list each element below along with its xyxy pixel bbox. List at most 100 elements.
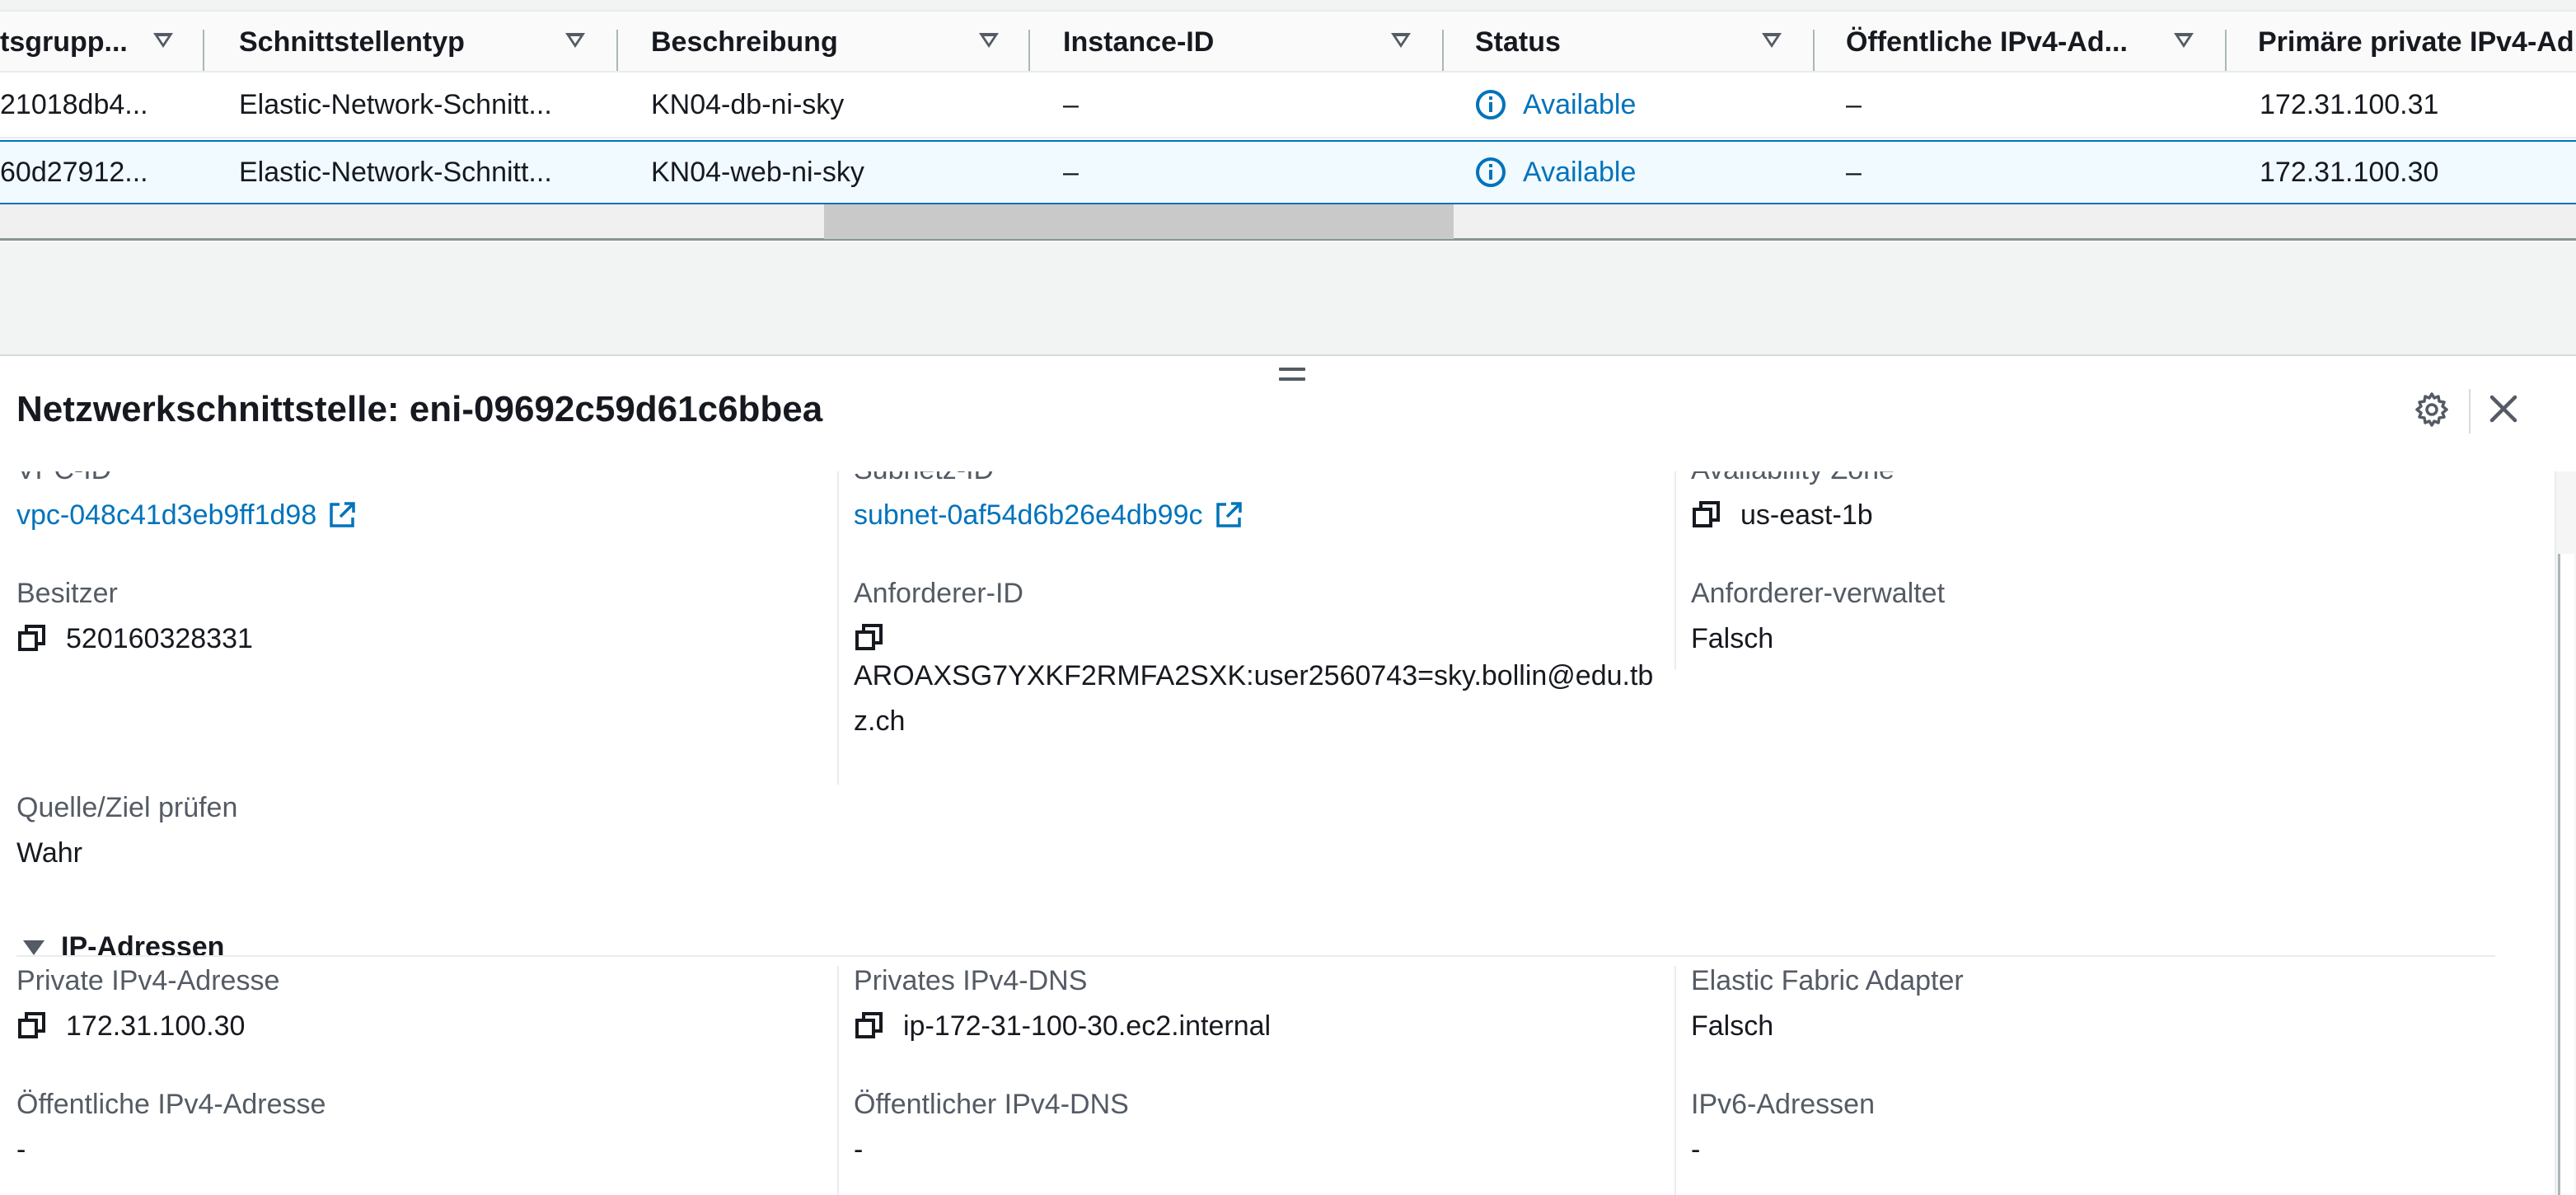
column-header-description[interactable]: Beschreibung xyxy=(651,12,972,73)
cell-status: Available xyxy=(1475,73,1805,137)
field-value: - xyxy=(1691,1134,1701,1165)
header-divider xyxy=(2469,389,2471,433)
sort-icon[interactable] xyxy=(153,33,173,48)
sort-icon[interactable] xyxy=(2174,33,2194,48)
sort-icon[interactable] xyxy=(1762,33,1782,48)
cell-instance-id: – xyxy=(1063,88,1079,120)
field-label: Anforderer-verwaltet xyxy=(1691,578,1946,609)
column-resizer[interactable] xyxy=(616,30,618,71)
field-requester-managed: Anforderer-verwaltet Falsch xyxy=(1691,577,1945,655)
cell-instance-id: – xyxy=(1063,156,1079,188)
copy-icon[interactable] xyxy=(16,623,48,654)
field-label: VPC-ID xyxy=(16,471,358,486)
info-icon xyxy=(1476,157,1506,187)
field-label: Anforderer-ID xyxy=(854,578,1023,609)
column-header-instance-id[interactable]: Instance-ID xyxy=(1063,12,1384,73)
field-value: Wahr xyxy=(16,837,82,869)
cell-public-ipv4: – xyxy=(1846,156,1862,188)
field-value: - xyxy=(854,1134,864,1165)
field-label: Private IPv4-Adresse xyxy=(16,965,280,996)
column-divider xyxy=(1674,471,1676,669)
field-source-dest-check: Quelle/Ziel prüfen Wahr xyxy=(16,791,237,869)
field-public-dns: Öffentlicher IPv4-DNS - xyxy=(854,1088,1129,1166)
column-header-status[interactable]: Status xyxy=(1475,12,1755,73)
column-divider xyxy=(837,966,839,1195)
cell-private-ipv4: 172.31.100.30 xyxy=(2260,156,2439,188)
field-requester-id: Anforderer-ID AROAXSG7YXKF2RMFA2SXK:user… xyxy=(854,577,1661,744)
cell-interface-type: Elastic-Network-Schnitt... xyxy=(239,88,552,120)
field-value: 172.31.100.30 xyxy=(16,1010,279,1043)
cell-status: Available xyxy=(1475,142,1805,203)
column-resizer[interactable] xyxy=(1028,30,1030,71)
field-label: Elastic Fabric Adapter xyxy=(1691,965,1964,996)
column-header-public-ipv4[interactable]: Öffentliche IPv4-Ad... xyxy=(1846,12,2151,73)
field-value-icon-row xyxy=(854,622,1661,654)
sort-icon[interactable] xyxy=(565,33,585,48)
field-value: Falsch xyxy=(1691,1010,1774,1042)
details-content: VPC-ID vpc-048c41d3eb9ff1d98 Subnetz-ID … xyxy=(0,471,2555,1195)
table-top-strip xyxy=(0,0,2576,12)
field-label: Quelle/Ziel prüfen xyxy=(16,792,238,823)
cell-security-group: 21018db4... xyxy=(0,88,148,120)
field-value: us-east-1b xyxy=(1691,499,1895,532)
field-public-ipv4: Öffentliche IPv4-Adresse - xyxy=(16,1088,326,1166)
requester-id-value: AROAXSG7YXKF2RMFA2SXK:user2560743=sky.bo… xyxy=(854,660,1654,737)
copy-icon[interactable] xyxy=(16,1010,48,1042)
cell-private-ipv4: 172.31.100.31 xyxy=(2260,88,2439,120)
column-divider xyxy=(837,471,839,785)
info-icon xyxy=(1476,90,1506,120)
panel-title: Netzwerkschnittstelle: eni-09692c59d61c6… xyxy=(16,389,823,429)
cell-description: KN04-db-ni-sky xyxy=(651,88,845,120)
field-subnet-id: Subnetz-ID subnet-0af54d6b26e4db99c xyxy=(854,471,1244,532)
column-header-interface-type[interactable]: Schnittstellentyp xyxy=(239,12,560,73)
status-text: Available xyxy=(1523,156,1637,188)
field-label: Subnetz-ID xyxy=(854,471,1244,486)
vertical-scrollbar-thumb[interactable] xyxy=(2558,554,2574,1195)
horizontal-scrollbar-thumb[interactable] xyxy=(824,204,1454,239)
column-resizer[interactable] xyxy=(2225,30,2227,71)
cell-public-ipv4: – xyxy=(1846,88,1862,120)
field-value: - xyxy=(16,1134,26,1165)
cell-description: KN04-web-ni-sky xyxy=(651,156,864,188)
field-private-ipv4: Private IPv4-Adresse 172.31.100.30 xyxy=(16,964,279,1043)
field-availability-zone: Availability Zone us-east-1b xyxy=(1691,471,1895,532)
field-ipv6-addresses: IPv6-Adressen - xyxy=(1691,1088,1875,1166)
external-link-icon xyxy=(330,502,355,527)
gear-icon[interactable] xyxy=(2413,391,2451,429)
table-row[interactable]: 21018db4... Elastic-Network-Schnitt... K… xyxy=(0,73,2576,138)
field-value: ip-172-31-100-30.ec2.internal xyxy=(854,1010,1271,1043)
close-icon[interactable] xyxy=(2487,392,2520,425)
column-header-primary-private-ipv4[interactable]: Primäre private IPv4-Ad xyxy=(2258,12,2576,73)
column-resizer[interactable] xyxy=(1442,30,1444,71)
subnet-id-link[interactable]: subnet-0af54d6b26e4db99c xyxy=(854,499,1244,532)
copy-icon[interactable] xyxy=(1691,499,1722,531)
sort-icon[interactable] xyxy=(1391,33,1411,48)
field-value: Falsch xyxy=(1691,623,1774,654)
ip-addresses-section-toggle[interactable]: IP-Adressen xyxy=(23,931,224,963)
column-divider xyxy=(1674,966,1676,1195)
page-background-gap xyxy=(0,242,2576,356)
field-vpc-id: VPC-ID vpc-048c41d3eb9ff1d98 xyxy=(16,471,358,532)
external-link-icon xyxy=(1215,502,1242,527)
section-divider xyxy=(16,955,2495,957)
field-label: Besitzer xyxy=(16,578,118,609)
field-label: IPv6-Adressen xyxy=(1691,1089,1875,1120)
panel-resize-handle[interactable] xyxy=(1279,368,1305,386)
field-elastic-fabric-adapter: Elastic Fabric Adapter Falsch xyxy=(1691,964,1964,1043)
table-header: tsgrupp... Schnittstellentyp Beschreibun… xyxy=(0,12,2576,73)
field-private-dns: Privates IPv4-DNS ip-172-31-100-30.ec2.i… xyxy=(854,964,1271,1043)
copy-icon[interactable] xyxy=(854,622,885,654)
column-resizer[interactable] xyxy=(203,30,204,71)
copy-icon[interactable] xyxy=(854,1010,885,1042)
vpc-id-link[interactable]: vpc-048c41d3eb9ff1d98 xyxy=(16,499,358,532)
network-interfaces-table: tsgrupp... Schnittstellentyp Beschreibun… xyxy=(0,0,2576,242)
sort-icon[interactable] xyxy=(979,33,999,48)
status-text: Available xyxy=(1523,88,1637,120)
field-owner: Besitzer 520160328331 xyxy=(16,577,253,655)
caret-down-icon xyxy=(23,940,44,955)
table-row-selected[interactable]: 60d27912... Elastic-Network-Schnitt... K… xyxy=(0,140,2576,204)
details-split-panel: Netzwerkschnittstelle: eni-09692c59d61c6… xyxy=(0,356,2576,1195)
column-resizer[interactable] xyxy=(1813,30,1815,71)
horizontal-scrollbar[interactable] xyxy=(0,204,2576,241)
field-label: Privates IPv4-DNS xyxy=(854,965,1088,996)
